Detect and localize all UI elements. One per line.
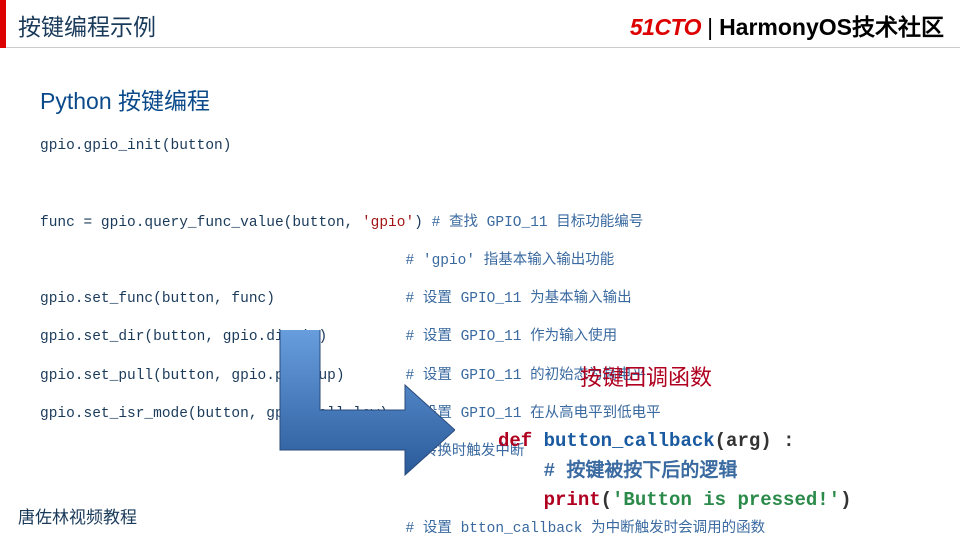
code-line: print('Button is pressed!') [498, 489, 851, 511]
code-line: func = gpio.query_func_value(button, 'gp… [40, 214, 765, 233]
section-title: Python 按键编程 [40, 82, 210, 116]
callback-title: 按键回调函数 [580, 360, 712, 392]
code-block-callback: def button_callback(arg) : # 按键被按下后的逻辑 p… [498, 398, 851, 516]
slide-title: 按键编程示例 [18, 8, 156, 42]
code-line: gpio.gpio_init(button) [40, 137, 765, 156]
code-line: # 设置 btton_callback 为中断触发时会调用的函数 [40, 520, 765, 539]
slide-header: 按键编程示例 51CTO|HarmonyOS技术社区 [0, 0, 960, 48]
code-line: # 按键被按下后的逻辑 [498, 460, 737, 482]
code-line: # 'gpio' 指基本输入输出功能 [40, 252, 765, 271]
brand-harmonyos: HarmonyOS技术社区 [719, 14, 944, 40]
footer-credit: 唐佐林视频教程 [18, 503, 137, 528]
arrow-icon [270, 330, 455, 480]
accent-bar [0, 0, 6, 48]
code-blank [40, 175, 765, 194]
brand-separator: | [707, 14, 713, 40]
code-line: def button_callback(arg) : [498, 430, 794, 452]
code-line: gpio.set_func(button, func) # 设置 GPIO_11… [40, 290, 765, 309]
brand-51cto: 51CTO [630, 14, 701, 40]
header-brand: 51CTO|HarmonyOS技术社区 [630, 8, 944, 42]
